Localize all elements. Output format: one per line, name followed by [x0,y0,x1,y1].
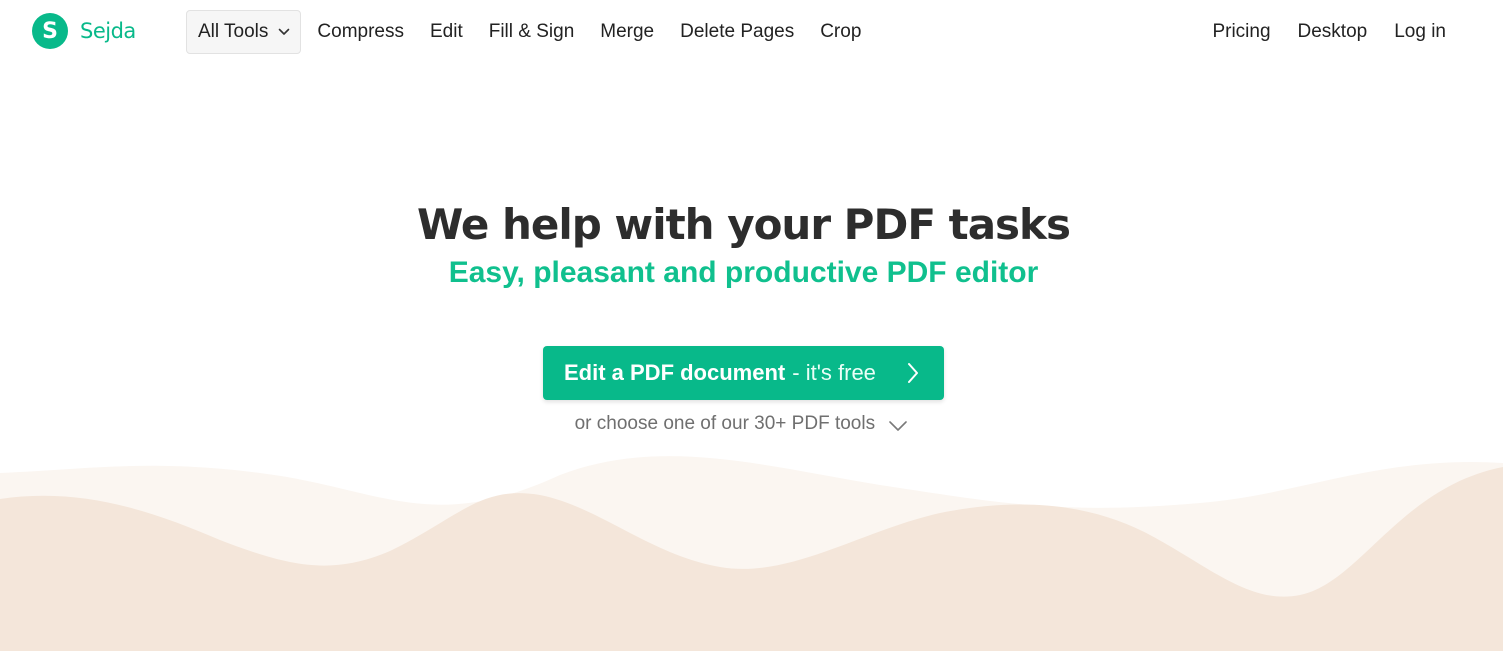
main-nav: All Tools Compress Edit Fill & Sign Merg… [186,10,861,54]
page: S Sejda All Tools Compress Edit Fill & S… [0,0,1503,651]
choose-pdf-tools-link[interactable]: or choose one of our 30+ PDF tools [0,413,1483,435]
nav-link-delete-pages[interactable]: Delete Pages [680,21,794,43]
account-nav: Pricing Desktop Log in [1212,10,1446,54]
nav-link-crop[interactable]: Crop [820,21,861,43]
edit-pdf-button-free-note: - it's free [792,360,876,385]
nav-link-pricing[interactable]: Pricing [1212,21,1270,43]
chevron-down-icon [278,26,290,38]
nav-link-fill-sign[interactable]: Fill & Sign [489,21,575,43]
nav-link-desktop[interactable]: Desktop [1298,21,1368,43]
sejda-logo[interactable]: S Sejda [32,13,136,49]
chevron-down-icon [888,416,908,431]
nav-link-merge[interactable]: Merge [600,21,654,43]
all-tools-label: All Tools [198,21,269,42]
edit-pdf-button-label: Edit a PDF document [564,360,786,385]
edit-pdf-button[interactable]: Edit a PDF document - it's free [543,346,944,400]
hero-subtitle: Easy, pleasant and productive PDF editor [448,256,1039,289]
nav-link-edit[interactable]: Edit [430,21,463,43]
decorative-waves [0,456,1503,651]
top-navigation: S Sejda All Tools Compress Edit Fill & S… [0,0,1503,64]
chevron-right-icon [906,361,920,385]
logo-text: Sejda [80,19,136,43]
nav-link-compress[interactable]: Compress [317,21,404,43]
hero-title: We help with your PDF tasks [417,200,1071,249]
nav-link-login[interactable]: Log in [1394,21,1446,43]
choose-pdf-tools-text: or choose one of our 30+ PDF tools [574,413,876,434]
all-tools-dropdown[interactable]: All Tools [186,10,302,54]
logo-icon: S [32,13,68,49]
